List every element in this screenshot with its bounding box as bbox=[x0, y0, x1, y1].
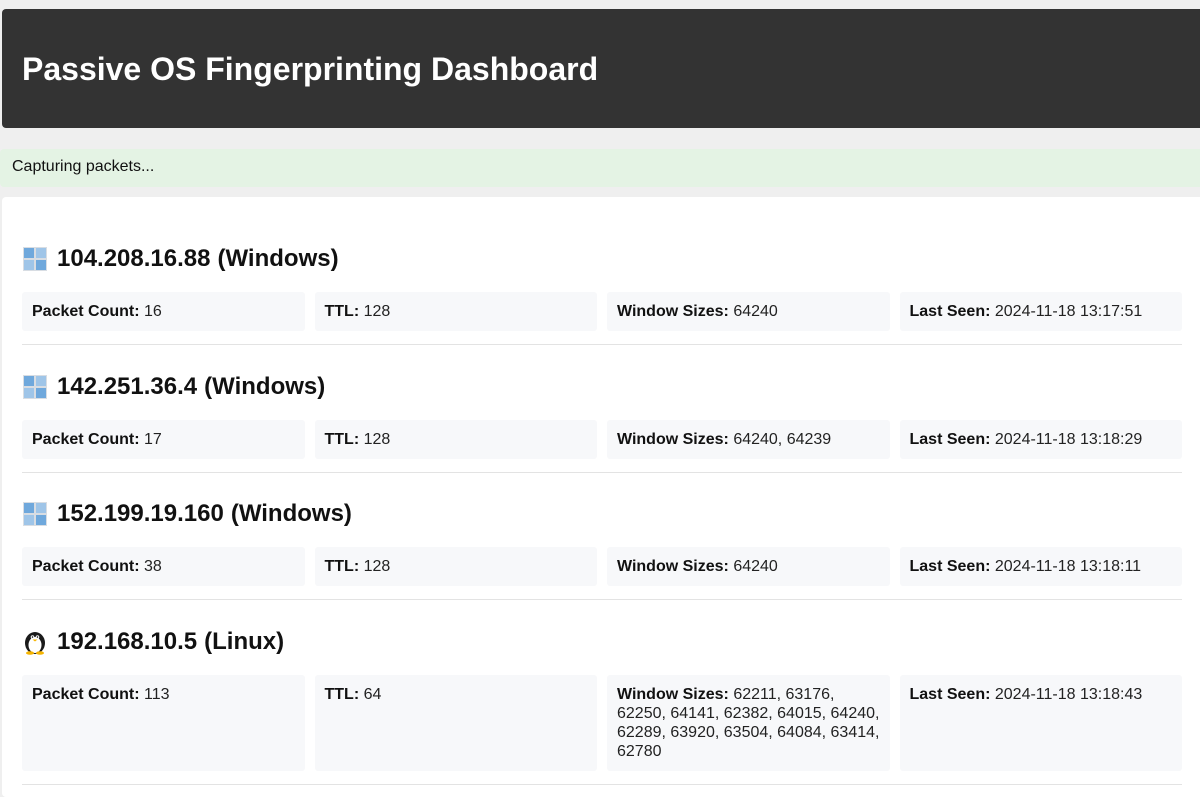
last-seen-value: 2024-11-18 13:17:51 bbox=[994, 303, 1143, 320]
last-seen-value: 2024-11-18 13:18:29 bbox=[994, 431, 1143, 448]
windows-icon bbox=[22, 501, 48, 527]
host-title: 192.168.10.5 (Linux) bbox=[22, 625, 1182, 659]
ttl-label: TTL: bbox=[324, 558, 360, 575]
last-seen-label: Last Seen: bbox=[909, 431, 991, 448]
host-ip: 104.208.16.88 bbox=[57, 245, 211, 272]
host-ip: 192.168.10.5 bbox=[57, 628, 198, 655]
host-stats: Packet Count: 17 TTL: 128 Window Sizes: … bbox=[22, 420, 1182, 459]
host-entry: 104.208.16.88 (Windows) Packet Count: 16… bbox=[22, 242, 1182, 345]
ttl-label: TTL: bbox=[324, 686, 360, 703]
ttl-card: TTL: 128 bbox=[314, 292, 597, 331]
packet-count-card: Packet Count: 16 bbox=[22, 292, 305, 331]
packet-count-value: 17 bbox=[144, 431, 162, 448]
capture-status-bar: Capturing packets... bbox=[0, 149, 1200, 187]
host-entry: 192.168.10.5 (Linux) Packet Count: 113 T… bbox=[22, 625, 1182, 785]
host-os: (Linux) bbox=[204, 628, 285, 655]
window-sizes-card: Window Sizes: 64240 bbox=[607, 292, 890, 331]
packet-count-value: 113 bbox=[144, 686, 170, 703]
ttl-value: 128 bbox=[363, 558, 391, 575]
host-entry: 142.251.36.4 (Windows) Packet Count: 17 … bbox=[22, 370, 1182, 473]
last-seen-card: Last Seen: 2024-11-18 13:17:51 bbox=[899, 292, 1182, 331]
window-sizes-value: 64240, 64239 bbox=[733, 431, 832, 448]
host-list: 104.208.16.88 (Windows) Packet Count: 16… bbox=[2, 197, 1200, 797]
packet-count-label: Packet Count: bbox=[32, 558, 140, 575]
host-stats: Packet Count: 38 TTL: 128 Window Sizes: … bbox=[22, 547, 1182, 586]
packet-count-label: Packet Count: bbox=[32, 431, 140, 448]
window-sizes-label: Window Sizes: bbox=[617, 303, 729, 320]
packet-count-label: Packet Count: bbox=[32, 686, 140, 703]
ttl-value: 64 bbox=[363, 686, 382, 703]
last-seen-label: Last Seen: bbox=[909, 303, 991, 320]
packet-count-value: 16 bbox=[144, 303, 162, 320]
window-sizes-card: Window Sizes: 62211, 63176, 62250, 64141… bbox=[607, 675, 890, 771]
ttl-label: TTL: bbox=[324, 303, 360, 320]
page-title: Passive OS Fingerprinting Dashboard bbox=[22, 51, 599, 87]
last-seen-label: Last Seen: bbox=[909, 686, 991, 703]
last-seen-value: 2024-11-18 13:18:43 bbox=[994, 686, 1143, 703]
host-os: (Windows) bbox=[230, 500, 352, 527]
window-sizes-value: 64240 bbox=[733, 303, 778, 320]
ttl-value: 128 bbox=[363, 303, 391, 320]
host-os: (Windows) bbox=[217, 245, 339, 272]
window-sizes-card: Window Sizes: 64240, 64239 bbox=[607, 420, 890, 459]
packet-count-value: 38 bbox=[144, 558, 162, 575]
window-sizes-label: Window Sizes: bbox=[617, 431, 729, 448]
host-os: (Windows) bbox=[204, 373, 326, 400]
host-stats: Packet Count: 16 TTL: 128 Window Sizes: … bbox=[22, 292, 1182, 331]
last-seen-value: 2024-11-18 13:18:11 bbox=[994, 558, 1142, 575]
host-ip: 142.251.36.4 bbox=[57, 373, 198, 400]
last-seen-card: Last Seen: 2024-11-18 13:18:43 bbox=[899, 675, 1182, 771]
last-seen-label: Last Seen: bbox=[909, 558, 991, 575]
packet-count-label: Packet Count: bbox=[32, 303, 140, 320]
window-sizes-card: Window Sizes: 64240 bbox=[607, 547, 890, 586]
host-ip: 152.199.19.160 bbox=[57, 500, 224, 527]
host-title: 142.251.36.4 (Windows) bbox=[22, 370, 1182, 404]
windows-icon bbox=[22, 246, 48, 272]
packet-count-card: Packet Count: 38 bbox=[22, 547, 305, 586]
packet-count-card: Packet Count: 113 bbox=[22, 675, 305, 771]
window-sizes-label: Window Sizes: bbox=[617, 686, 729, 703]
ttl-label: TTL: bbox=[324, 431, 360, 448]
ttl-card: TTL: 128 bbox=[314, 420, 597, 459]
ttl-value: 128 bbox=[363, 431, 391, 448]
last-seen-card: Last Seen: 2024-11-18 13:18:29 bbox=[899, 420, 1182, 459]
last-seen-card: Last Seen: 2024-11-18 13:18:11 bbox=[899, 547, 1182, 586]
host-entry: 152.199.19.160 (Windows) Packet Count: 3… bbox=[22, 497, 1182, 600]
window-sizes-value: 64240 bbox=[733, 558, 778, 575]
host-stats: Packet Count: 113 TTL: 64 Window Sizes: … bbox=[22, 675, 1182, 771]
linux-penguin-icon bbox=[22, 629, 48, 655]
ttl-card: TTL: 128 bbox=[314, 547, 597, 586]
window-sizes-label: Window Sizes: bbox=[617, 558, 729, 575]
host-title: 104.208.16.88 (Windows) bbox=[22, 242, 1182, 276]
packet-count-card: Packet Count: 17 bbox=[22, 420, 305, 459]
dashboard-header: Passive OS Fingerprinting Dashboard bbox=[2, 9, 1200, 128]
host-title: 152.199.19.160 (Windows) bbox=[22, 497, 1182, 531]
ttl-card: TTL: 64 bbox=[314, 675, 597, 771]
capture-status-text: Capturing packets... bbox=[12, 158, 155, 175]
windows-icon bbox=[22, 374, 48, 400]
